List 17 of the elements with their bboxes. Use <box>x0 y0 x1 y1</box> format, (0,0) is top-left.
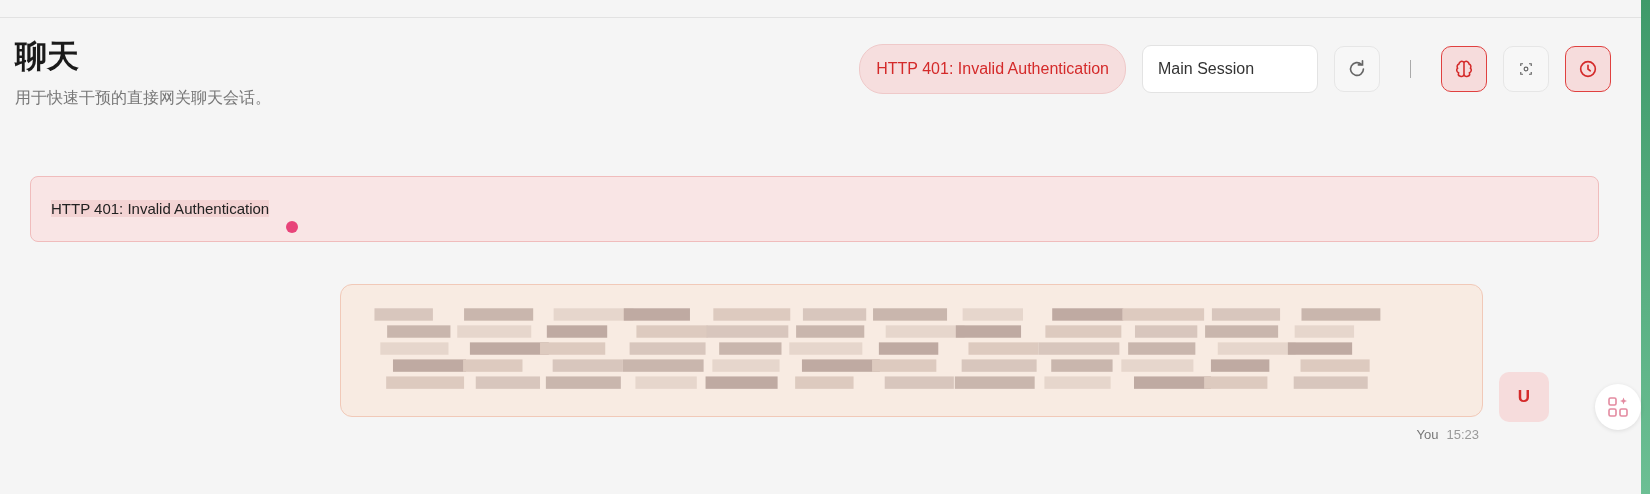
error-pill: HTTP 401: Invalid Authentication <box>859 44 1126 94</box>
clock-icon <box>1577 58 1599 80</box>
refresh-button[interactable] <box>1334 46 1380 92</box>
page-subtitle: 用于快速干预的直接网关聊天会话。 <box>15 87 271 108</box>
user-avatar: U <box>1499 372 1549 423</box>
cursor-dot <box>286 220 298 233</box>
session-field[interactable]: Main Session <box>1142 45 1318 93</box>
focus-icon <box>1517 60 1535 78</box>
apps-icon <box>1606 395 1630 419</box>
page-title: 聊天 <box>15 37 80 76</box>
brain-button[interactable] <box>1441 46 1487 92</box>
error-message: HTTP 401: Invalid Authentication <box>51 199 270 217</box>
clock-button[interactable] <box>1565 46 1611 92</box>
apps-button[interactable] <box>1595 384 1641 430</box>
message-time: 15:23 <box>1446 425 1479 444</box>
brain-icon <box>1453 58 1475 80</box>
sender-name: You <box>1416 425 1439 444</box>
